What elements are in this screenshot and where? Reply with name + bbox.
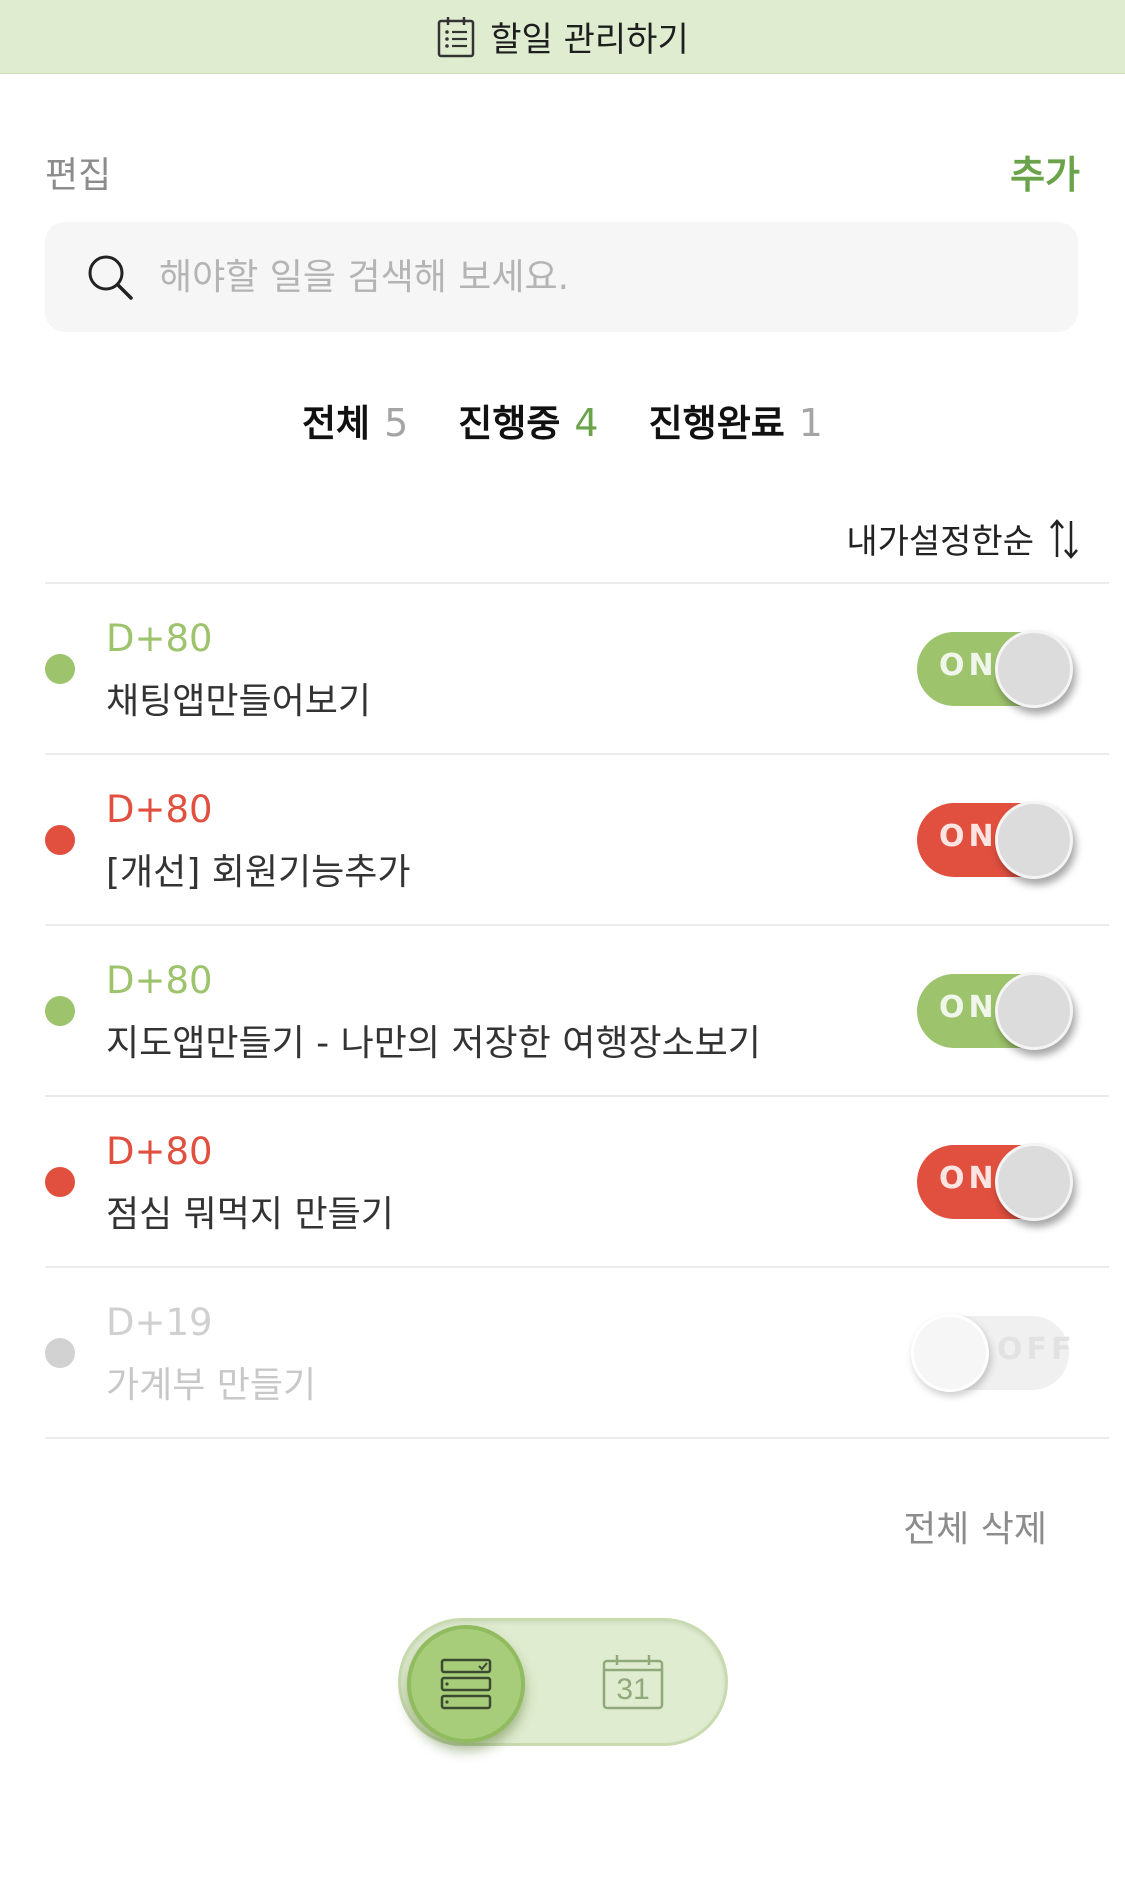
todo-item[interactable]: D+80 채팅앱만들어보기 ON — [45, 584, 1109, 753]
list-view-icon — [440, 1658, 492, 1710]
filter-completed-label: 진행완료 — [648, 402, 785, 445]
dday-label: D+80 — [106, 788, 213, 831]
todo-toggle[interactable]: ON — [917, 801, 1073, 879]
toggle-knob — [911, 1314, 989, 1392]
todo-title: 가계부 만들기 — [106, 1365, 317, 1406]
search-input[interactable] — [159, 256, 1019, 298]
filter-all[interactable]: 전체 5 — [302, 393, 409, 445]
todo-item[interactable]: D+80 [개선] 회원기능추가 ON — [45, 755, 1109, 924]
todo-toggle[interactable]: ON — [917, 972, 1073, 1050]
todo-title: 채팅앱만들어보기 — [106, 681, 371, 722]
status-dot — [45, 825, 75, 855]
toggle-knob — [995, 1143, 1073, 1221]
toggle-knob — [995, 630, 1073, 708]
toggle-knob — [995, 801, 1073, 879]
todo-toggle[interactable]: ON — [917, 630, 1073, 708]
list-view-button[interactable] — [407, 1625, 525, 1743]
todo-title: [개선] 회원기능추가 — [106, 852, 411, 893]
todo-toggle[interactable]: ON — [917, 1143, 1073, 1221]
filter-in-progress-count: 4 — [574, 401, 599, 445]
todo-toggle[interactable]: OFF — [911, 1314, 1072, 1392]
status-dot — [45, 1167, 75, 1197]
header-bar: 할일 관리하기 — [0, 0, 1125, 74]
toggle-text: OFF — [997, 1332, 1076, 1367]
delete-all-button[interactable]: 전체 삭제 — [903, 1500, 1047, 1552]
sort-label: 내가설정한순 — [846, 522, 1034, 562]
todo-title: 점심 뭐먹지 만들기 — [106, 1194, 394, 1235]
calendar-view-button[interactable]: 31 — [601, 1653, 665, 1711]
filter-in-progress[interactable]: 진행중 4 — [458, 393, 599, 445]
divider — [45, 1437, 1109, 1439]
todo-title: 지도앱만들기 - 나만의 저장한 여행장소보기 — [106, 1023, 761, 1064]
dday-label: D+80 — [106, 617, 213, 660]
page-title: 할일 관리하기 — [490, 20, 689, 60]
calendar-day: 31 — [616, 1673, 650, 1706]
filter-in-progress-label: 진행중 — [458, 402, 561, 445]
status-dot — [45, 996, 75, 1026]
filter-all-label: 전체 — [302, 402, 371, 445]
toggle-text: ON — [939, 990, 998, 1025]
filter-completed-count: 1 — [798, 401, 823, 445]
toggle-knob — [995, 972, 1073, 1050]
edit-button[interactable]: 편집 — [45, 146, 111, 198]
dday-label: D+80 — [106, 1130, 213, 1173]
todo-item[interactable]: D+80 점심 뭐먹지 만들기 ON — [45, 1097, 1109, 1266]
filter-tabs: 전체 5 진행중 4 진행완료 1 — [0, 393, 1125, 445]
search-bar[interactable] — [45, 222, 1078, 332]
search-icon — [88, 255, 133, 300]
toggle-text: ON — [939, 1161, 998, 1196]
todo-item[interactable]: D+80 지도앱만들기 - 나만의 저장한 여행장소보기 ON — [45, 926, 1109, 1095]
toggle-text: ON — [939, 819, 998, 854]
dday-label: D+19 — [106, 1301, 213, 1344]
sort-arrows-icon — [1050, 518, 1078, 559]
todo-item[interactable]: D+19 가계부 만들기 OFF — [45, 1268, 1109, 1437]
checklist-icon — [438, 16, 475, 57]
sort-button[interactable]: 내가설정한순 — [846, 514, 1080, 563]
todo-list: D+80 채팅앱만들어보기 ON D+80 [개선] 회원기능추가 ON D+8… — [45, 582, 1109, 1439]
filter-all-count: 5 — [384, 401, 409, 445]
status-dot — [45, 1338, 75, 1368]
dday-label: D+80 — [106, 959, 213, 1002]
add-button[interactable]: 추가 — [1010, 144, 1080, 199]
status-dot — [45, 654, 75, 684]
toggle-text: ON — [939, 648, 998, 683]
filter-completed[interactable]: 진행완료 1 — [649, 393, 823, 445]
view-switch[interactable]: 31 — [398, 1618, 728, 1746]
